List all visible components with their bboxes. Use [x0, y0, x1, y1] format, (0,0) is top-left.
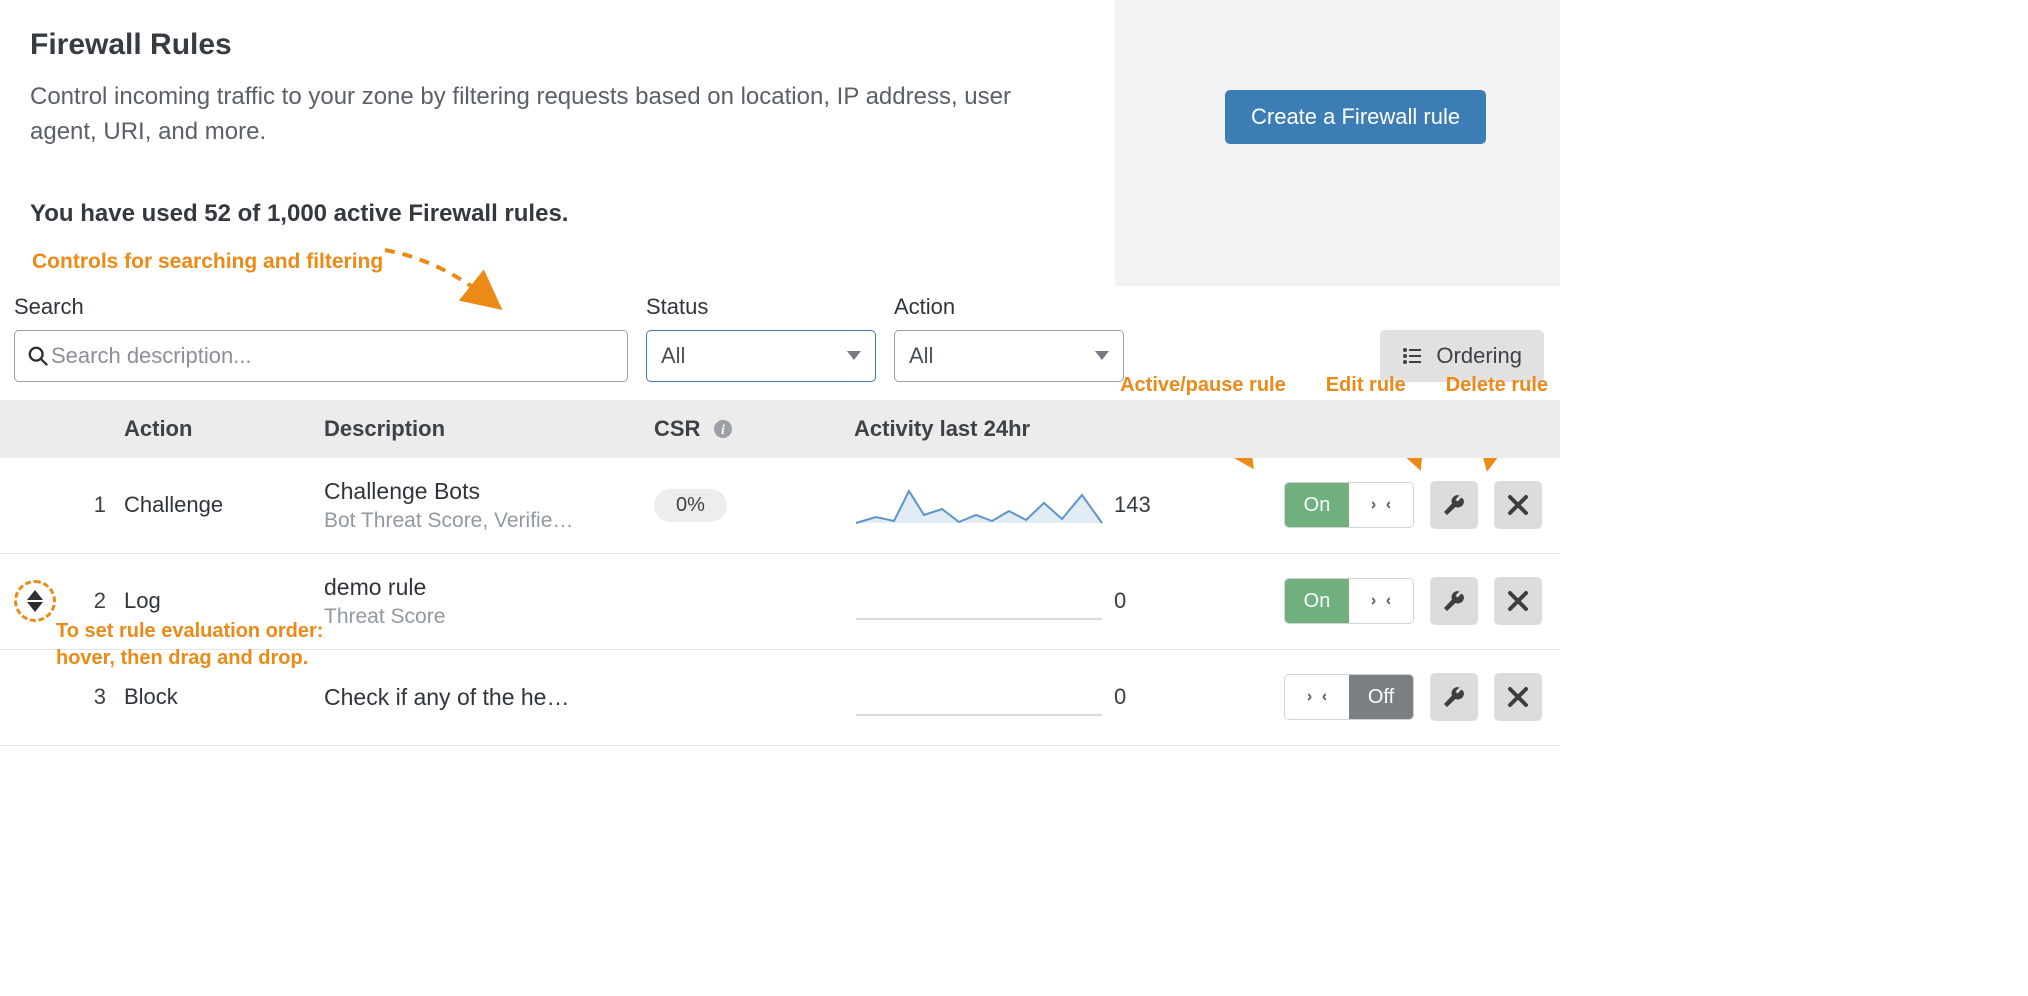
toggle-off-segment: [1349, 483, 1413, 527]
row-action: Log: [124, 588, 324, 614]
search-input[interactable]: [49, 342, 615, 370]
row-index: 3: [64, 684, 124, 710]
svg-text:i: i: [721, 423, 725, 438]
close-icon: [1507, 686, 1529, 708]
toggle-on-segment: On: [1285, 579, 1349, 623]
annotation-search-controls: Controls for searching and filtering: [32, 250, 1085, 274]
search-label: Search: [14, 294, 628, 320]
table-row: 2 Log demo rule Threat Score 0 On To set…: [0, 554, 1560, 650]
toggle-off-segment: Off: [1349, 675, 1413, 719]
status-select-value: All: [661, 343, 685, 369]
row-action: Challenge: [124, 492, 324, 518]
row-description-sub: Threat Score: [324, 605, 654, 629]
rule-toggle[interactable]: Off: [1284, 674, 1414, 720]
row-index: 2: [64, 588, 124, 614]
action-select-value: All: [909, 343, 933, 369]
edit-rule-button[interactable]: [1430, 673, 1478, 721]
column-csr-label: CSR: [654, 416, 700, 441]
page-description: Control incoming traffic to your zone by…: [30, 80, 1030, 150]
table-row: 3 Block Check if any of the he… 0 Off: [0, 650, 1560, 746]
sparkline-empty: [854, 665, 1104, 723]
rule-toggle[interactable]: On: [1284, 578, 1414, 624]
ordering-label: Ordering: [1436, 343, 1522, 369]
column-action: Action: [124, 416, 324, 442]
row-action: Block: [124, 684, 324, 710]
close-icon: [1507, 590, 1529, 612]
edit-rule-button[interactable]: [1430, 481, 1478, 529]
search-input-wrapper[interactable]: [14, 330, 628, 382]
drag-handle[interactable]: [14, 580, 56, 622]
delete-rule-button[interactable]: [1494, 481, 1542, 529]
close-icon: [1507, 494, 1529, 516]
search-icon: [27, 345, 49, 367]
row-description: Check if any of the he…: [324, 684, 654, 711]
sparkline-empty: [854, 569, 1104, 627]
action-label: Action: [894, 294, 1124, 320]
toggle-off-segment: [1349, 579, 1413, 623]
row-count: 143: [1114, 492, 1264, 518]
row-count: 0: [1114, 588, 1264, 614]
list-icon: [1402, 346, 1422, 366]
info-icon[interactable]: i: [713, 419, 733, 439]
action-field-block: Action All: [894, 294, 1124, 382]
column-description: Description: [324, 416, 654, 442]
row-description: demo rule Threat Score: [324, 574, 654, 629]
status-field-block: Status All: [646, 294, 876, 382]
rule-toggle[interactable]: On: [1284, 482, 1414, 528]
wrench-icon: [1442, 589, 1466, 613]
annotation-delete: Delete rule: [1446, 374, 1548, 397]
search-field-block: Search: [14, 294, 628, 382]
row-description-main: Challenge Bots: [324, 478, 654, 505]
annotation-edit: Edit rule: [1326, 374, 1406, 397]
delete-rule-button[interactable]: [1494, 577, 1542, 625]
toggle-on-segment: On: [1285, 483, 1349, 527]
row-description-main: demo rule: [324, 574, 654, 601]
usage-count: You have used 52 of 1,000 active Firewal…: [30, 200, 1085, 228]
csr-pill: 0%: [654, 489, 727, 522]
table-row: 1 Challenge Challenge Bots Bot Threat Sc…: [0, 458, 1560, 554]
wrench-icon: [1442, 493, 1466, 517]
table-body: 1 Challenge Challenge Bots Bot Threat Sc…: [0, 458, 1560, 746]
status-label: Status: [646, 294, 876, 320]
status-select[interactable]: All: [646, 330, 876, 382]
caret-down-icon: [847, 351, 861, 360]
annotation-active-pause: Active/pause rule: [1120, 374, 1286, 397]
page-title: Firewall Rules: [30, 28, 1085, 62]
column-activity: Activity last 24hr: [854, 416, 1114, 442]
row-description-main: Check if any of the he…: [324, 684, 654, 711]
row-count: 0: [1114, 684, 1264, 710]
header-left: Firewall Rules Control incoming traffic …: [0, 0, 1115, 286]
edit-rule-button[interactable]: [1430, 577, 1478, 625]
sparkline-chart: [854, 473, 1104, 531]
create-firewall-rule-button[interactable]: Create a Firewall rule: [1225, 90, 1486, 144]
table-header: Action Description CSR i Activity last 2…: [0, 400, 1560, 458]
annotation-column-labels: Active/pause rule Edit rule Delete rule: [1120, 374, 1548, 397]
row-description: Challenge Bots Bot Threat Score, Verifie…: [324, 478, 654, 533]
row-description-sub: Bot Threat Score, Verifie…: [324, 509, 654, 533]
delete-rule-button[interactable]: [1494, 673, 1542, 721]
toggle-on-segment: [1285, 675, 1349, 719]
row-csr: 0%: [654, 489, 854, 522]
action-select[interactable]: All: [894, 330, 1124, 382]
caret-down-icon: [1095, 351, 1109, 360]
header-right: Create a Firewall rule: [1115, 0, 1560, 286]
header-region: Firewall Rules Control incoming traffic …: [0, 0, 1560, 286]
column-csr: CSR i: [654, 416, 854, 442]
row-index: 1: [64, 492, 124, 518]
wrench-icon: [1442, 685, 1466, 709]
